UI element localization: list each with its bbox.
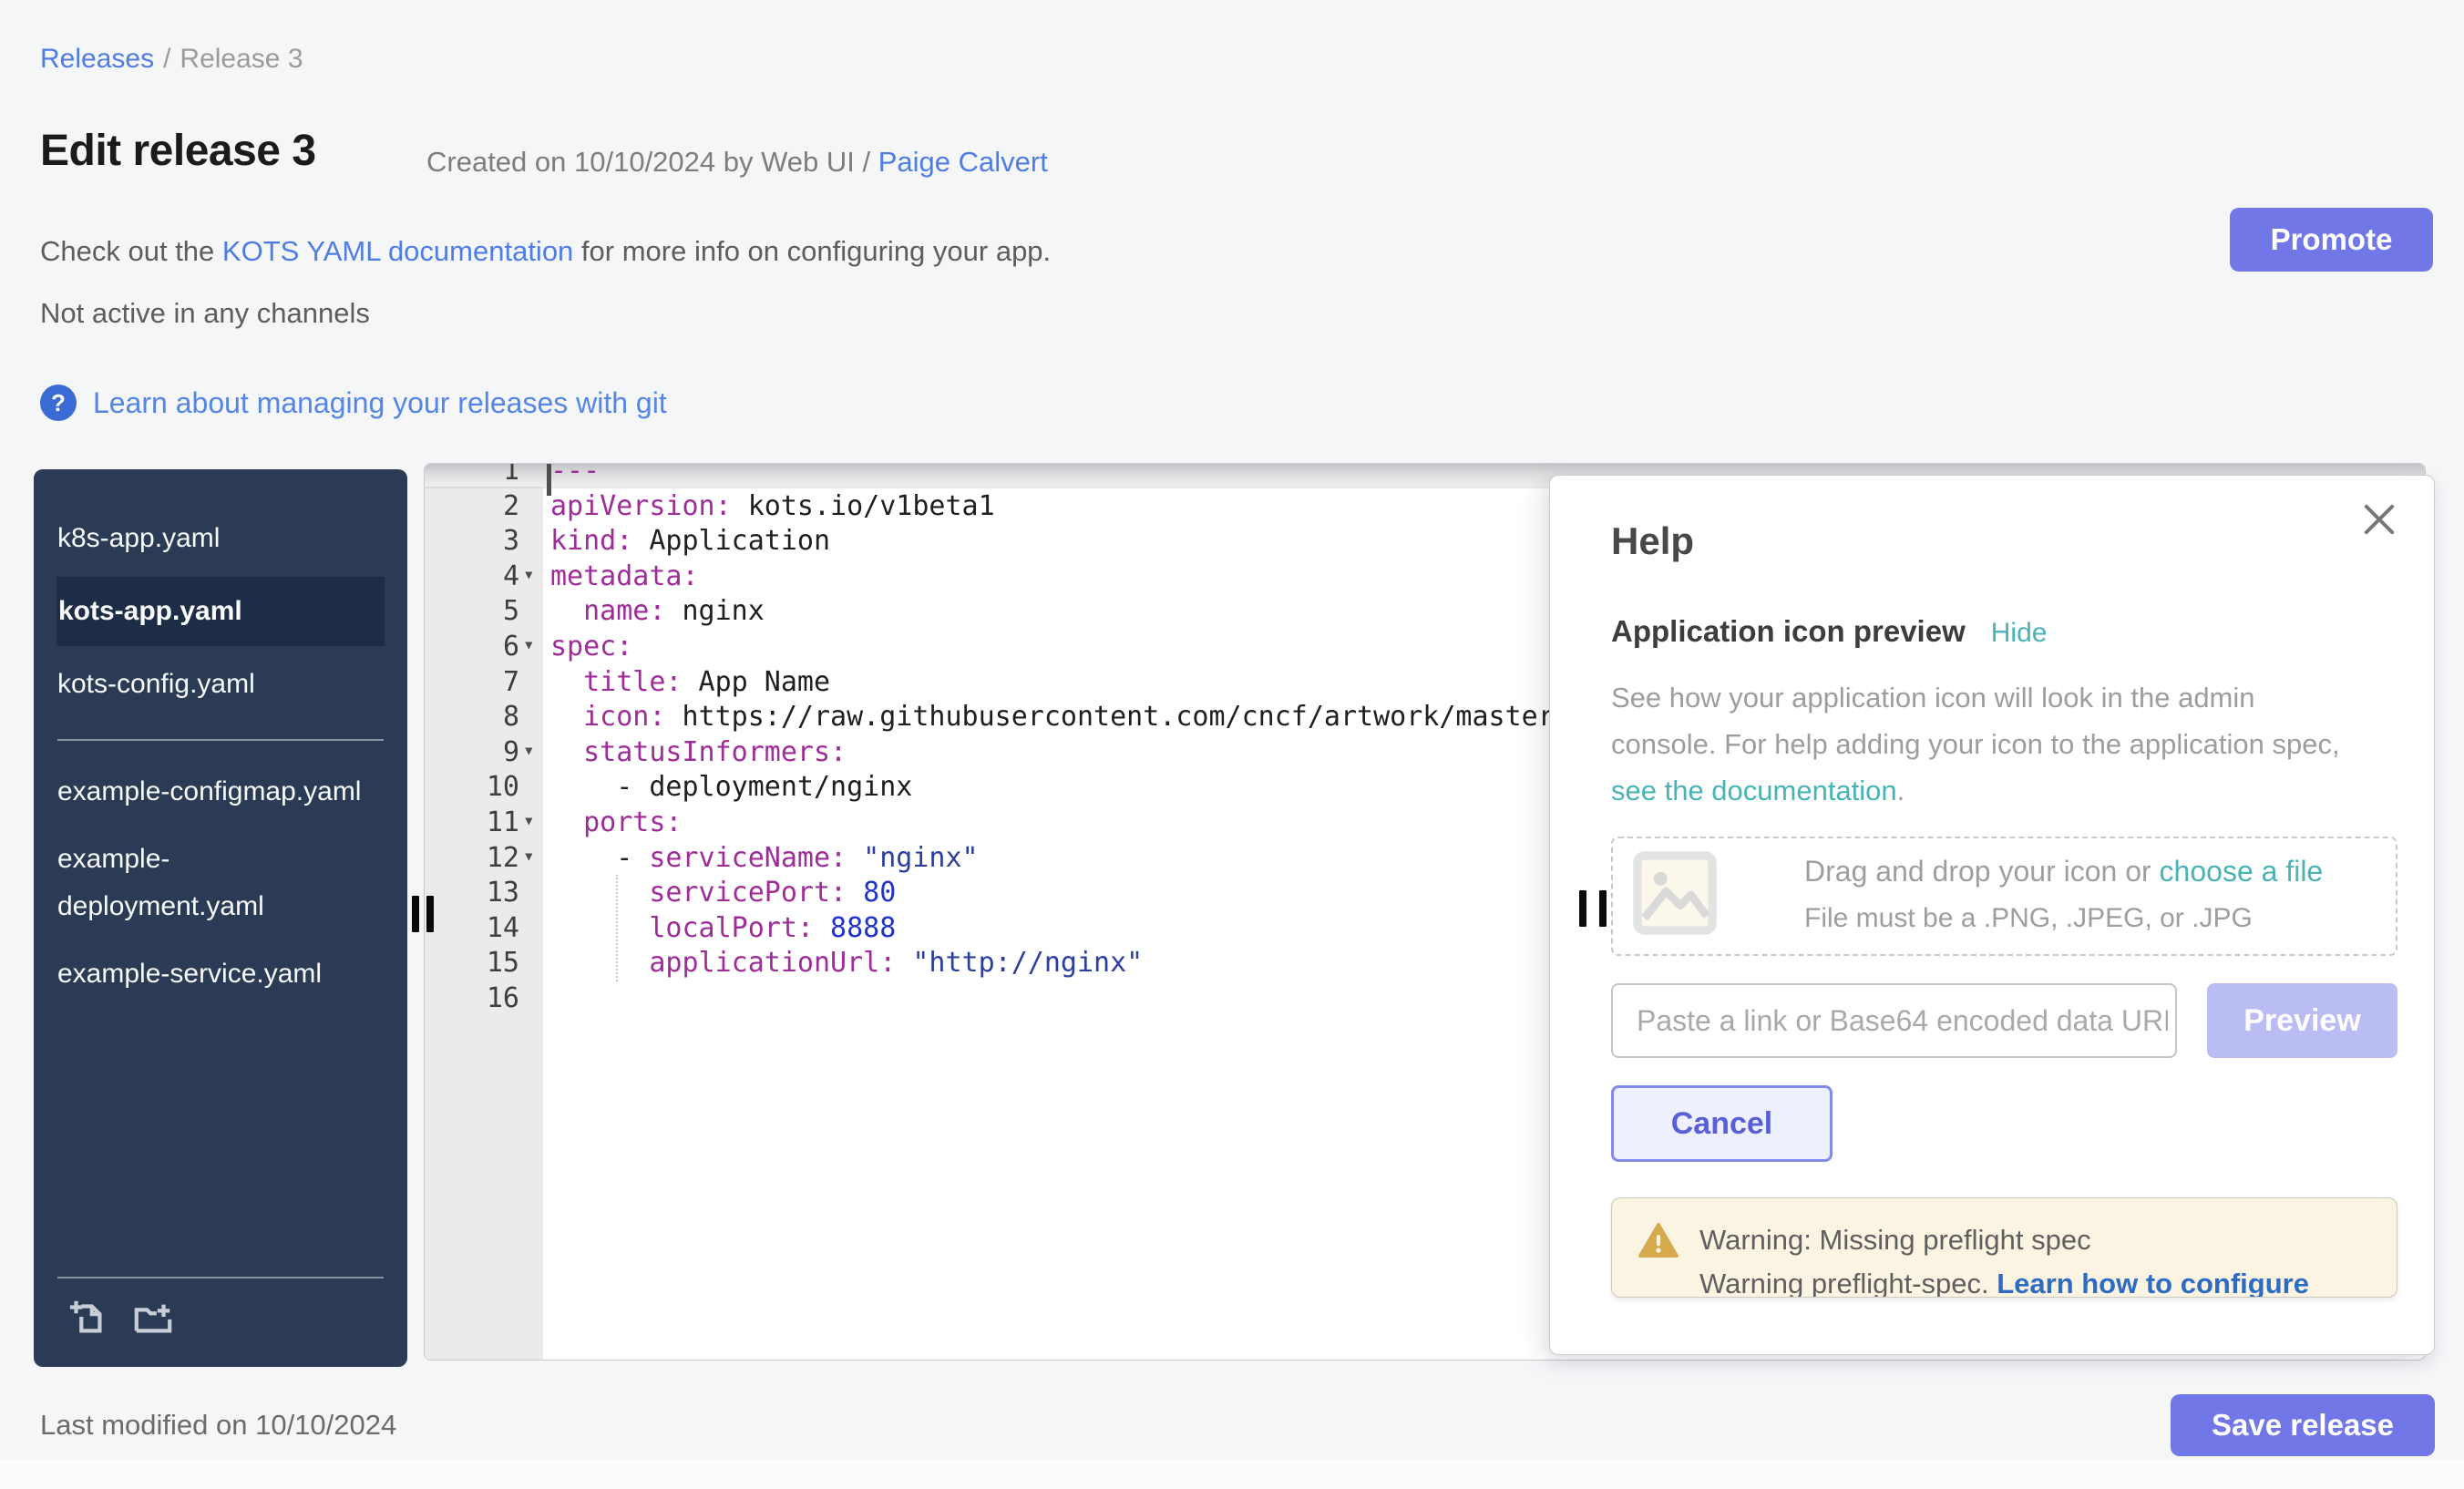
- file-item-kots-app.yaml[interactable]: kots-app.yaml: [56, 577, 385, 646]
- file-item-example-deployment.yaml[interactable]: example-deployment.yaml: [34, 830, 373, 936]
- icon-url-input[interactable]: [1611, 983, 2177, 1058]
- doc-prefix: Check out the: [40, 235, 222, 267]
- file-item-example-service.yaml[interactable]: example-service.yaml: [34, 945, 373, 1003]
- file-item-example-configmap.yaml[interactable]: example-configmap.yaml: [34, 763, 373, 821]
- breadcrumb-separator: /: [154, 44, 180, 74]
- close-icon[interactable]: [2359, 499, 2399, 539]
- warning-detail-text: Warning preflight-spec.: [1699, 1268, 1997, 1298]
- dropzone-filetypes: File must be a .PNG, .JPEG, or .JPG: [1804, 903, 2323, 934]
- preview-button[interactable]: Preview: [2207, 983, 2397, 1058]
- git-help-row: ? Learn about managing your releases wit…: [40, 385, 667, 421]
- choose-file-link[interactable]: choose a file: [2160, 855, 2324, 888]
- resize-handle-right-bar2[interactable]: [1599, 890, 1607, 927]
- last-modified-text: Last modified on 10/10/2024: [40, 1409, 396, 1442]
- image-placeholder-icon: [1632, 850, 1718, 940]
- warning-detail: Warning preflight-spec. Learn how to con…: [1699, 1268, 2309, 1298]
- fold-arrow-icon[interactable]: ▾: [523, 557, 535, 592]
- created-line: Created on 10/10/2024 by Web UI / Paige …: [426, 146, 1048, 179]
- save-release-button[interactable]: Save release: [2171, 1394, 2435, 1456]
- help-paragraph: See how your application icon will look …: [1611, 674, 2413, 814]
- dropzone-text: Drag and drop your icon or choose a file: [1804, 855, 2323, 888]
- git-releases-link[interactable]: Learn about managing your releases with …: [93, 386, 667, 420]
- section-title: Application icon preview: [1611, 614, 1966, 648]
- created-by-link[interactable]: Paige Calvert: [878, 146, 1048, 178]
- doc-suffix: for more info on configuring your app.: [573, 235, 1051, 267]
- file-list: k8s-app.yaml kots-app.yaml kots-config.yam…: [34, 469, 407, 1003]
- fold-arrow-icon[interactable]: ▾: [523, 627, 535, 662]
- file-item-k8s-app.yaml[interactable]: k8s-app.yaml: [34, 509, 373, 568]
- doc-sentence: Check out the KOTS YAML documentation fo…: [40, 235, 1051, 268]
- channel-status: Not active in any channels: [40, 297, 370, 330]
- help-panel-title: Help: [1611, 519, 1694, 563]
- hide-link[interactable]: Hide: [1991, 618, 2048, 648]
- para-line2: console. For help adding your icon to th…: [1611, 728, 2340, 760]
- sidebar-bottom-divider: [57, 1277, 384, 1278]
- para-line1: See how your application icon will look …: [1611, 682, 2255, 714]
- file-item-kots-config.yaml[interactable]: kots-config.yaml: [34, 655, 373, 714]
- fold-arrow-icon[interactable]: ▾: [523, 838, 535, 874]
- icon-preview-section-header: Application icon preview Hide: [1611, 614, 2047, 649]
- file-list-divider: [57, 739, 384, 741]
- add-folder-icon[interactable]: [132, 1297, 174, 1343]
- resize-handle-left-bar1[interactable]: [412, 896, 419, 932]
- footer-band: [0, 1460, 2464, 1489]
- kots-yaml-doc-link[interactable]: KOTS YAML documentation: [222, 235, 573, 267]
- breadcrumb-current: Release 3: [180, 44, 303, 74]
- promote-button[interactable]: Promote: [2230, 208, 2433, 272]
- help-panel: Help Application icon preview Hide See ho…: [1549, 475, 2435, 1355]
- breadcrumb: Releases/Release 3: [40, 44, 303, 75]
- cancel-button[interactable]: Cancel: [1611, 1085, 1833, 1162]
- release-editor-page: Releases/Release 3 Edit release 3 Create…: [0, 0, 2464, 1489]
- file-tree-sidebar: k8s-app.yaml kots-app.yaml kots-config.yam…: [34, 469, 407, 1367]
- resize-handle-right-bar1[interactable]: [1579, 890, 1586, 927]
- created-text: Created on 10/10/2024 by Web UI /: [426, 146, 878, 178]
- resize-handle-left-bar2[interactable]: [426, 896, 434, 932]
- text-cursor: [547, 464, 551, 496]
- dropzone-text-prefix: Drag and drop your icon or: [1804, 855, 2160, 888]
- icon-dropzone[interactable]: Drag and drop your icon or choose a file…: [1611, 837, 2397, 956]
- learn-how-to-configure-link[interactable]: Learn how to configure: [1997, 1268, 2309, 1298]
- preflight-warning: Warning: Missing preflight spec Warning …: [1611, 1197, 2397, 1298]
- question-mark-icon: ?: [40, 385, 77, 421]
- fold-arrow-icon[interactable]: ▾: [523, 733, 535, 768]
- add-file-icon[interactable]: [67, 1297, 108, 1343]
- fold-arrow-icon[interactable]: ▾: [523, 803, 535, 838]
- warning-triangle-icon: [1638, 1220, 1679, 1267]
- see-documentation-link[interactable]: see the documentation: [1611, 775, 1897, 806]
- para-period: .: [1897, 775, 1905, 806]
- breadcrumb-releases-link[interactable]: Releases: [40, 44, 154, 74]
- sidebar-bottom: [34, 1277, 407, 1367]
- warning-title: Warning: Missing preflight spec: [1699, 1224, 2091, 1257]
- page-title: Edit release 3: [40, 126, 316, 176]
